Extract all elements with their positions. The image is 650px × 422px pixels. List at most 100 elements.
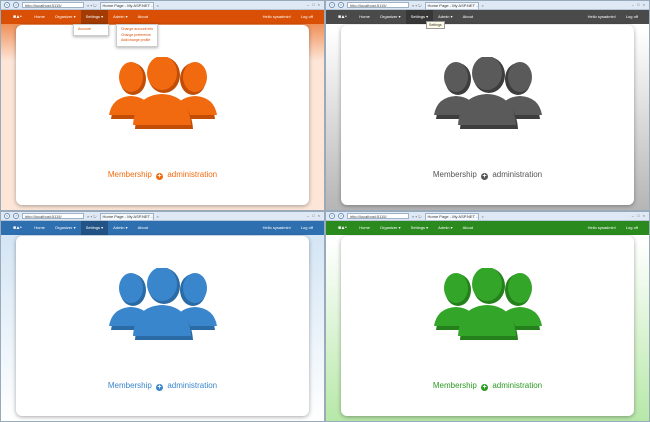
settings-tooltip: Settings — [426, 21, 445, 29]
menu-item-change-account-info[interactable]: Change account info — [121, 27, 153, 33]
nav-home[interactable]: Home — [29, 10, 50, 24]
tab-close-icon[interactable]: × — [157, 3, 159, 8]
address-actions-icon[interactable]: ⌕ ▾ ↻ — [87, 3, 97, 8]
address-actions-icon[interactable]: ⌕ ▾ ↻ — [87, 214, 97, 219]
content-area: Membership + administration — [326, 234, 649, 421]
nav-home[interactable]: Home — [29, 221, 50, 235]
nav-admin[interactable]: Admin ▾ — [108, 10, 132, 24]
brand-logo-icon[interactable]: ■▲• — [13, 14, 22, 20]
nav-settings[interactable]: Settings ▾ — [80, 10, 109, 24]
forward-button[interactable]: > — [13, 213, 19, 219]
membership-admin-link[interactable]: Membership + administration — [341, 381, 634, 391]
administration-word: administration — [167, 381, 218, 390]
tab-close-icon[interactable]: × — [482, 214, 484, 219]
address-bar[interactable]: http://localhost:5115/ — [347, 2, 409, 8]
plus-icon: + — [481, 384, 489, 391]
nav-log-off[interactable]: Log off — [296, 221, 318, 235]
window-controls[interactable]: – □ × — [307, 1, 321, 9]
nav-hello-user[interactable]: Hello sysadmin! — [583, 221, 621, 235]
back-button[interactable]: < — [4, 2, 10, 8]
screenshot-gray-theme: < > http://localhost:5115/ ⌕ ▾ ↻ Home Pa… — [325, 0, 650, 211]
navbar-right: Hello sysadmin! Log off — [583, 10, 643, 24]
brand-logo-icon[interactable]: ■▲• — [338, 14, 347, 20]
users-group-icon — [108, 268, 217, 340]
browser-chrome: < > http://localhost:5115/ ⌕ ▾ ↻ Home Pa… — [326, 1, 649, 10]
nav-home[interactable]: Home — [354, 221, 375, 235]
nav-admin[interactable]: Admin ▾ — [108, 221, 132, 235]
nav-hello-user[interactable]: Hello sysadmin! — [583, 10, 621, 24]
tab-close-icon[interactable]: × — [482, 3, 484, 8]
browser-tab[interactable]: Home Page - My ASP.NET ... — [99, 1, 154, 9]
membership-word: Membership — [432, 170, 477, 179]
nav-admin[interactable]: Admin ▾ — [433, 221, 457, 235]
administration-word: administration — [492, 381, 543, 390]
brand-logo-icon[interactable]: ■▲• — [338, 225, 347, 231]
nav-organizer[interactable]: Organizer ▾ — [375, 10, 406, 24]
navbar: ■▲• Home Organizer ▾ Settings ▾ Admin ▾ … — [1, 221, 324, 235]
users-group-icon — [108, 57, 217, 129]
main-card: Membership + administration — [16, 236, 309, 416]
nav-log-off[interactable]: Log off — [621, 10, 643, 24]
forward-button[interactable]: > — [13, 2, 19, 8]
plus-icon: + — [156, 173, 164, 180]
screenshot-orange-theme: < > http://localhost:5115/ ⌕ ▾ ↻ Home Pa… — [0, 0, 325, 211]
nav-about[interactable]: About — [133, 10, 153, 24]
browser-chrome: < > http://localhost:5115/ ⌕ ▾ ↻ Home Pa… — [326, 212, 649, 221]
back-button[interactable]: < — [4, 213, 10, 219]
tab-close-icon[interactable]: × — [157, 214, 159, 219]
address-actions-icon[interactable]: ⌕ ▾ ↻ — [412, 3, 422, 8]
browser-tab[interactable]: Home Page - My ASP.NET ... — [99, 212, 154, 220]
screenshot-green-theme: < > http://localhost:5115/ ⌕ ▾ ↻ Home Pa… — [325, 211, 650, 422]
window-controls[interactable]: – □ × — [632, 1, 646, 9]
nav-organizer[interactable]: Organizer ▾ — [50, 10, 81, 24]
plus-icon: + — [156, 384, 164, 391]
organizer-dropdown: Account — [73, 24, 109, 36]
membership-admin-link[interactable]: Membership + administration — [341, 170, 634, 180]
plus-icon: + — [481, 173, 489, 180]
menu-item-add-change-profile[interactable]: Add/change profile — [121, 38, 153, 44]
membership-admin-link[interactable]: Membership + administration — [16, 381, 309, 391]
address-bar[interactable]: http://localhost:5115/ — [22, 2, 84, 8]
main-card: Membership + administration — [341, 25, 634, 205]
nav-organizer[interactable]: Organizer ▾ — [50, 221, 81, 235]
nav-about[interactable]: About — [133, 221, 153, 235]
back-button[interactable]: < — [329, 213, 335, 219]
address-actions-icon[interactable]: ⌕ ▾ ↻ — [412, 214, 422, 219]
address-bar[interactable]: http://localhost:5115/ — [347, 213, 409, 219]
nav-hello-user[interactable]: Hello sysadmin! — [258, 10, 296, 24]
nav-about[interactable]: About — [458, 221, 478, 235]
administration-word: administration — [492, 170, 543, 179]
forward-button[interactable]: > — [338, 213, 344, 219]
back-button[interactable]: < — [329, 2, 335, 8]
users-group-icon — [433, 268, 542, 340]
nav-hello-user[interactable]: Hello sysadmin! — [258, 221, 296, 235]
nav-organizer[interactable]: Organizer ▾ — [375, 221, 406, 235]
main-card: Membership + administration — [341, 236, 634, 416]
brand-logo-icon[interactable]: ■▲• — [13, 225, 22, 231]
main-card: Membership + administration — [16, 25, 309, 205]
nav-log-off[interactable]: Log off — [296, 10, 318, 24]
forward-button[interactable]: > — [338, 2, 344, 8]
window-controls[interactable]: – □ × — [632, 212, 646, 220]
nav-settings[interactable]: Settings ▾ — [80, 221, 109, 235]
settings-dropdown: Change account info Change preference Ad… — [116, 24, 159, 47]
nav-home[interactable]: Home — [354, 10, 375, 24]
window-controls[interactable]: – □ × — [307, 212, 321, 220]
membership-word: Membership — [432, 381, 477, 390]
navbar: ■▲• Home Organizer ▾ Settings ▾ Admin ▾ … — [326, 221, 649, 235]
screenshot-blue-theme: < > http://localhost:5115/ ⌕ ▾ ↻ Home Pa… — [0, 211, 325, 422]
membership-admin-link[interactable]: Membership + administration — [16, 170, 309, 180]
nav-log-off[interactable]: Log off — [621, 221, 643, 235]
browser-tab[interactable]: Home Page - My ASP.NET ... — [424, 212, 479, 220]
browser-tab[interactable]: Home Page - My ASP.NET ... — [424, 1, 479, 9]
users-group-icon — [433, 57, 542, 129]
navbar-right: Hello sysadmin! Log off — [583, 221, 643, 235]
nav-about[interactable]: About — [458, 10, 478, 24]
nav-settings[interactable]: Settings ▾ — [406, 221, 434, 235]
address-bar[interactable]: http://localhost:5115/ — [22, 213, 84, 219]
administration-word: administration — [167, 170, 218, 179]
navbar-right: Hello sysadmin! Log off — [258, 221, 318, 235]
content-area: Membership + administration — [326, 23, 649, 210]
content-area: Membership + administration — [1, 234, 324, 421]
menu-item-account[interactable]: Account — [78, 27, 104, 33]
